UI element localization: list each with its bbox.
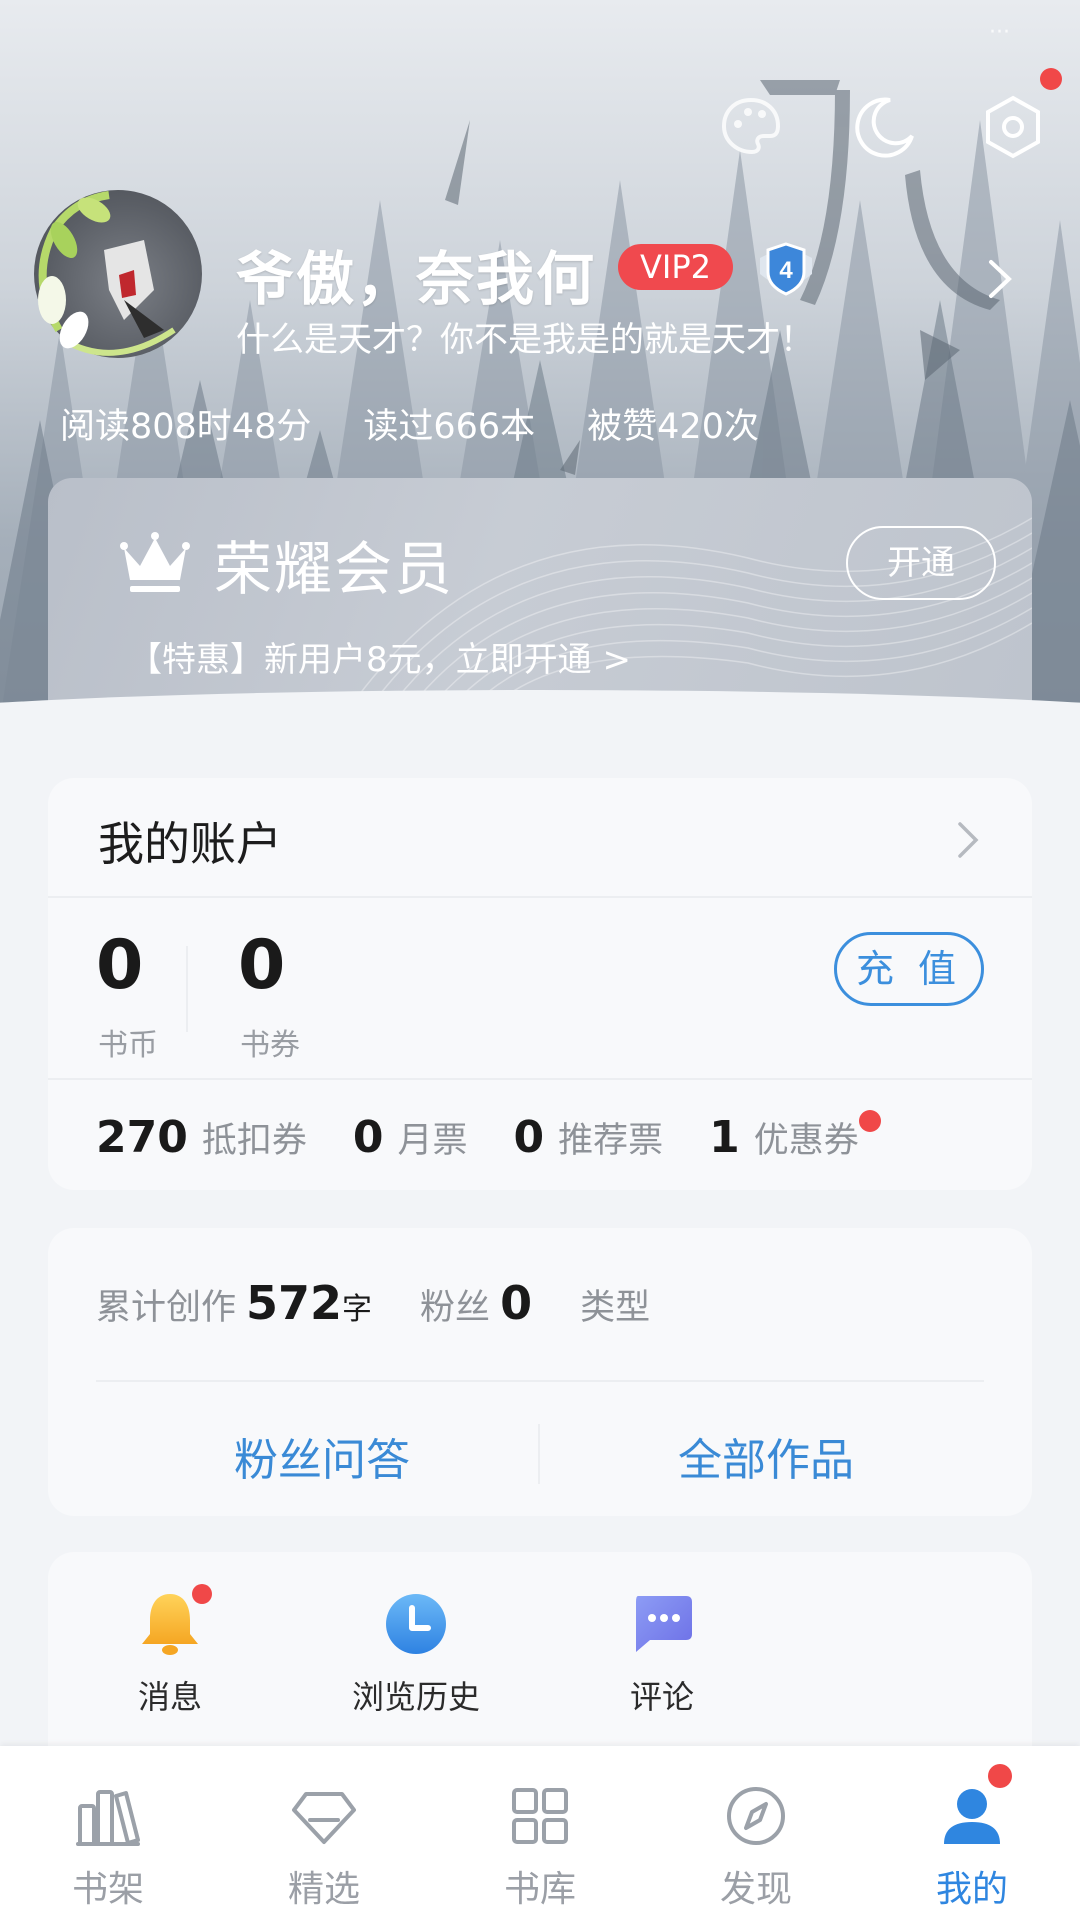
avatar[interactable] [34, 190, 202, 358]
vip-promo-link[interactable]: 【特惠】新用户8元，立即开通 > [128, 632, 631, 681]
nav-discover[interactable]: 发现 [648, 1746, 864, 1920]
ticket-value: 0 [352, 1112, 384, 1163]
vouchers-label: 书券 [240, 1028, 300, 1063]
night-mode-icon[interactable] [848, 90, 922, 164]
level-number: 4 [779, 257, 793, 284]
nickname: 爷傲，奈我何 [236, 245, 597, 313]
ticket-label: 月票 [397, 1121, 468, 1161]
messages-notification-dot [192, 1584, 212, 1604]
nav-label: 我的 [935, 1869, 1008, 1910]
history-button[interactable]: 浏览历史 [336, 1590, 496, 1718]
ticket-row: 270 抵扣券 0 月票 0 推荐票 1 优惠券 [96, 1110, 905, 1163]
vip-open-button[interactable]: 开通 [846, 526, 996, 600]
fans-label: 粉丝 [420, 1288, 491, 1328]
clock-icon [386, 1594, 446, 1654]
bottom-nav: 书架 精选 书库 发现 我的 [0, 1746, 1080, 1920]
words-unit: 字 [342, 1292, 373, 1327]
reading-time: 阅读808时48分 [60, 407, 312, 447]
settings-notification-dot [1040, 68, 1062, 90]
profile-icon [944, 1789, 1000, 1844]
all-works-link[interactable]: 全部作品 [678, 1424, 854, 1488]
messages-button[interactable]: 消息 [90, 1584, 250, 1718]
monthly-ticket[interactable]: 0 月票 [353, 1112, 468, 1163]
bookshelf-icon [76, 1790, 140, 1846]
divider [538, 1424, 540, 1484]
status-bar-text: ··· [989, 20, 1010, 45]
reading-stats: 阅读808时48分 读过666本 被赞420次 [60, 398, 759, 449]
type-label: 类型 [580, 1288, 651, 1328]
coins-label: 书币 [98, 1028, 158, 1063]
recharge-button[interactable]: 充 值 [834, 932, 984, 1006]
comments-button[interactable]: 评论 [582, 1590, 742, 1718]
fans-qa-link[interactable]: 粉丝问答 [234, 1424, 410, 1488]
nav-label: 书库 [503, 1869, 576, 1910]
books-read: 读过666本 [363, 407, 536, 447]
nav-label: 书架 [71, 1869, 144, 1910]
deduction-ticket[interactable]: 270 抵扣券 [96, 1112, 307, 1163]
tool-label: 浏览历史 [351, 1678, 480, 1716]
likes-received: 被赞420次 [587, 407, 759, 447]
signature: 什么是天才？你不是我是的就是天才！ [236, 320, 814, 360]
grid-icon [512, 1788, 568, 1844]
account-card: 我的账户 0 书币 0 书券 充 值 270 抵扣券 0 月票 0 推荐票 1 … [48, 778, 1032, 1190]
nav-label: 发现 [719, 1869, 792, 1910]
nav-library[interactable]: 书库 [432, 1746, 648, 1920]
divider [96, 1380, 984, 1382]
words-label: 累计创作 [96, 1288, 237, 1328]
ticket-value: 0 [513, 1112, 545, 1163]
ticket-value: 270 [96, 1112, 188, 1163]
chevron-right-icon[interactable] [985, 258, 1015, 300]
vouchers-value[interactable]: 0 [238, 926, 285, 1005]
profile-notification-dot [988, 1764, 1012, 1788]
chevron-right-icon[interactable] [956, 820, 980, 860]
level-shield-icon[interactable]: 4 [756, 240, 816, 298]
divider [48, 1078, 1032, 1080]
nav-profile[interactable]: 我的 [864, 1746, 1080, 1920]
coupon-notification-dot [858, 1110, 881, 1132]
avatar-frame-icon [38, 191, 176, 356]
tool-label: 评论 [629, 1678, 694, 1716]
fans-value: 0 [500, 1276, 533, 1330]
coins-value[interactable]: 0 [96, 926, 143, 1005]
ticket-label: 抵扣券 [201, 1121, 307, 1161]
nav-bookshelf[interactable]: 书架 [0, 1746, 216, 1920]
nav-label: 精选 [287, 1869, 360, 1910]
recommend-ticket[interactable]: 0 推荐票 [514, 1112, 664, 1163]
comment-icon [636, 1596, 692, 1652]
divider [186, 946, 188, 1032]
crown-icon [120, 532, 190, 592]
vip-membership-card[interactable]: 荣耀会员 开通 【特惠】新用户8元，立即开通 > [48, 478, 1032, 710]
account-title[interactable]: 我的账户 [98, 808, 282, 874]
creation-stats: 累计创作 572 字 粉丝 0 类型 [96, 1276, 650, 1330]
creation-card: 累计创作 572 字 粉丝 0 类型 粉丝问答 全部作品 [48, 1228, 1032, 1516]
coupon-ticket[interactable]: 1 优惠券 [709, 1110, 881, 1163]
diamond-icon [292, 1792, 356, 1844]
tool-label: 消息 [137, 1678, 202, 1716]
divider [48, 896, 1032, 898]
ticket-label: 优惠券 [753, 1121, 859, 1161]
profile-header: ··· 爷傲，奈我何 VIP2 4 什么是天才？你不是我是的就是天才！ 阅读80… [0, 0, 1080, 720]
vip-level-badge[interactable]: VIP2 [618, 244, 733, 290]
settings-icon[interactable] [976, 68, 1062, 164]
words-value: 572 [246, 1276, 343, 1330]
ticket-value: 1 [709, 1112, 740, 1163]
compass-icon [727, 1787, 785, 1845]
ticket-label: 推荐票 [558, 1121, 664, 1161]
vip-title: 荣耀会员 [214, 535, 455, 603]
skin-icon[interactable] [714, 90, 788, 164]
nav-featured[interactable]: 精选 [216, 1746, 432, 1920]
tools-card: 消息 浏览历史 评论 [48, 1552, 1032, 1752]
